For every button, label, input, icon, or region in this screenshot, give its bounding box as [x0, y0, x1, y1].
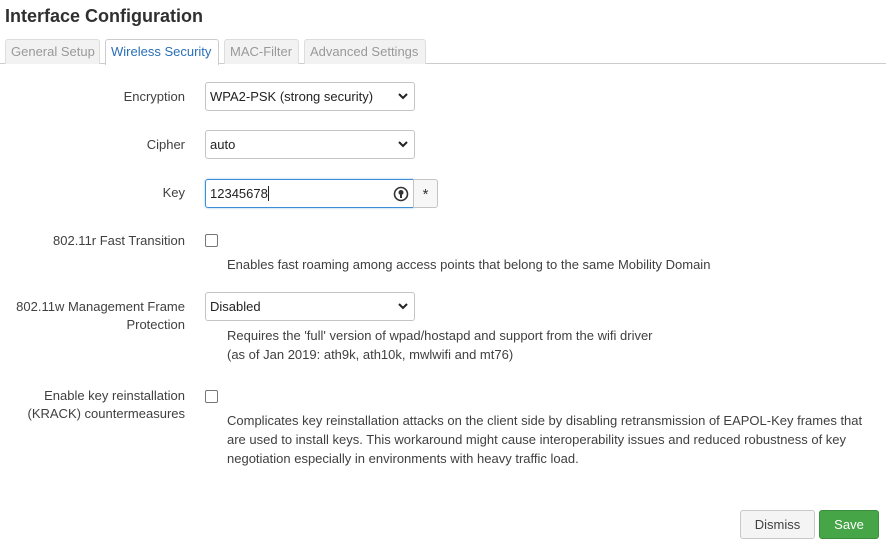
page-title: Interface Configuration [5, 6, 204, 26]
encryption-select[interactable]: WPA2-PSK (strong security) [205, 82, 415, 111]
encryption-label: Encryption [123, 89, 185, 104]
krack-description-line3: negotiation especially in environments w… [227, 451, 579, 466]
krack-checkbox[interactable] [205, 390, 218, 403]
chevron-down-icon [398, 303, 408, 310]
krack-description-line2: are used to install keys. This workaroun… [227, 432, 847, 447]
mgmt-frame-protection-value: Disabled [210, 299, 261, 314]
key-input[interactable]: 12345678 [205, 179, 414, 208]
mgmt-frame-protection-select[interactable]: Disabled [205, 292, 415, 321]
dismiss-button[interactable]: Dismiss [740, 510, 815, 539]
krack-label: Enable key reinstallation (KRACK) counte… [28, 387, 186, 423]
chevron-down-icon [398, 141, 408, 148]
mgmt-frame-protection-label-line1: 802.11w Management Frame [16, 299, 185, 314]
mgmt-frame-protection-description-line2: (as of Jan 2019: ath9k, ath10k, mwlwifi … [227, 347, 514, 362]
encryption-value: WPA2-PSK (strong security) [210, 89, 374, 104]
key-label: Key [162, 185, 185, 200]
tab-general-setup[interactable]: General Setup [5, 39, 100, 64]
tab-bar: General Setup Wireless Security MAC-Filt… [0, 39, 886, 65]
fast-transition-description: Enables fast roaming among access points… [227, 257, 711, 272]
chevron-down-icon [398, 93, 408, 100]
krack-description-line1: Complicates key reinstallation attacks o… [227, 413, 863, 428]
tab-advanced-settings[interactable]: Advanced Settings [304, 39, 426, 64]
reveal-password-button[interactable]: * [413, 179, 438, 208]
krack-label-line2: (KRACK) countermeasures [27, 406, 186, 421]
save-button[interactable]: Save [819, 510, 879, 539]
cipher-value: auto [210, 137, 236, 152]
key-value: 12345678 [210, 186, 268, 201]
tab-wireless-security[interactable]: Wireless Security [105, 39, 219, 65]
mgmt-frame-protection-description-line1: Requires the 'full' version of wpad/host… [227, 328, 653, 343]
krack-description: Complicates key reinstallation attacks o… [227, 411, 862, 468]
mgmt-frame-protection-description: Requires the 'full' version of wpad/host… [227, 326, 653, 364]
mgmt-frame-protection-label-line2: Protection [126, 317, 185, 332]
tab-mac-filter[interactable]: MAC-Filter [224, 39, 299, 64]
cipher-select[interactable]: auto [205, 130, 415, 159]
fast-transition-checkbox[interactable] [205, 234, 218, 247]
fast-transition-label: 802.11r Fast Transition [53, 233, 185, 248]
mgmt-frame-protection-label: 802.11w Management Frame Protection [16, 298, 185, 334]
text-cursor [267, 186, 269, 201]
krack-label-line1: Enable key reinstallation [44, 388, 185, 403]
password-manager-icon[interactable] [393, 186, 409, 202]
cipher-label: Cipher [146, 137, 185, 152]
